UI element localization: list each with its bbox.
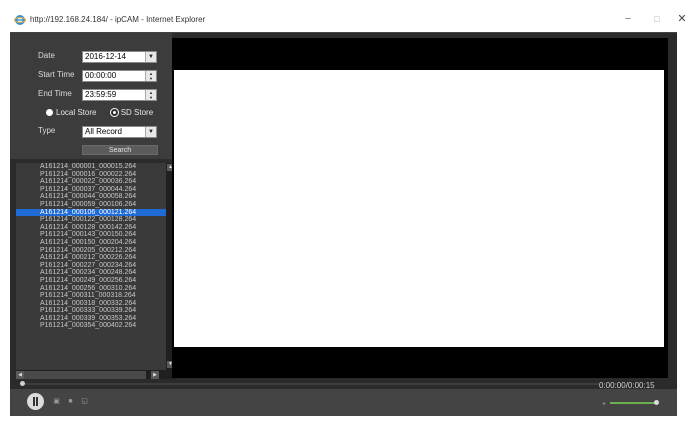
end-time-label: End Time (38, 89, 72, 98)
file-list-item[interactable]: A161214_000256_000310.264 (16, 285, 171, 293)
sd-store-radio[interactable] (110, 109, 118, 116)
minimize-button[interactable]: – (621, 13, 635, 25)
store-radio-group: Local Store SD Store (46, 108, 165, 117)
file-list-item[interactable]: P161214_000354_000402.264 (16, 322, 171, 330)
ipcam-playback-app: Date 2016-12-14 ▼ Start Time 00:00:00 ▲ … (10, 32, 677, 416)
playback-timeline[interactable] (10, 379, 677, 389)
playback-controls: ▣ ■ ◱ ◂ (10, 389, 677, 416)
search-panel: Date 2016-12-14 ▼ Start Time 00:00:00 ▲ … (10, 33, 172, 159)
file-list-item[interactable]: A161214_000212_000226.264 (16, 254, 171, 262)
file-list-item[interactable]: P161214_000249_000256.264 (16, 277, 171, 285)
file-list-item[interactable]: P161214_000311_000318.264 (16, 292, 171, 300)
start-time-down-icon[interactable]: ▼ (145, 76, 156, 81)
close-button[interactable]: ✕ (675, 13, 687, 25)
sd-store-label: SD Store (120, 108, 154, 117)
window-title: http://192.168.24.184/ - ipCAM - Interne… (30, 15, 206, 24)
file-list-item[interactable]: P161214_000122_000128.264 (16, 216, 171, 224)
file-list-item[interactable]: A161214_000234_000248.264 (16, 269, 171, 277)
file-list-item[interactable]: P161214_000016_000022.264 (16, 171, 171, 179)
timeline-track[interactable] (20, 383, 600, 385)
end-time-field[interactable]: 23:59:59 ▲ ▼ (82, 89, 157, 101)
search-button[interactable]: Search (82, 145, 158, 155)
volume-low-icon: ◂ (602, 401, 606, 407)
date-label: Date (38, 51, 55, 60)
pause-icon[interactable] (27, 393, 44, 410)
date-value: 2016-12-14 (85, 52, 126, 61)
file-list-item[interactable]: A161214_000001_000015.264 (16, 163, 171, 171)
internet-explorer-icon (14, 15, 26, 25)
date-dropdown-icon[interactable]: ▼ (145, 52, 156, 62)
file-list-item[interactable]: P161214_000059_000106.264 (16, 201, 171, 209)
local-store-label: Local Store (56, 108, 97, 117)
fullscreen-icon[interactable]: ◱ (80, 398, 89, 406)
file-list-item[interactable]: A161214_000106_000121.264 (16, 208, 171, 217)
end-time-down-icon[interactable]: ▼ (145, 95, 156, 100)
end-time-value: 23:59:59 (85, 90, 117, 99)
camera-icon[interactable]: ▣ (52, 398, 61, 406)
type-select[interactable]: All Record ▼ (82, 126, 157, 138)
file-list-item[interactable]: P161214_000205_000212.264 (16, 247, 171, 255)
file-list-item[interactable]: P161214_000333_000339.264 (16, 307, 171, 315)
local-store-radio[interactable] (46, 109, 53, 116)
scroll-left-icon[interactable]: ◀ (16, 371, 24, 379)
scroll-right-icon[interactable]: ▶ (151, 371, 159, 379)
type-dropdown-icon[interactable]: ▼ (145, 127, 156, 137)
start-time-value: 00:00:00 (85, 71, 117, 80)
video-player[interactable] (172, 38, 668, 378)
video-canvas[interactable] (174, 70, 664, 347)
file-list-item[interactable]: A161214_000128_000142.264 (16, 224, 171, 232)
start-time-label: Start Time (38, 70, 75, 79)
horizontal-scroll-thumb[interactable] (24, 371, 146, 379)
maximize-button[interactable]: □ (650, 13, 664, 25)
volume-slider[interactable] (610, 402, 658, 404)
date-field[interactable]: 2016-12-14 ▼ (82, 51, 157, 63)
start-time-field[interactable]: 00:00:00 ▲ ▼ (82, 70, 157, 82)
file-list-item[interactable]: A161214_000339_000353.264 (16, 315, 171, 323)
file-list-item[interactable]: A161214_000318_000332.264 (16, 300, 171, 308)
type-label: Type (38, 126, 56, 135)
volume-handle[interactable] (653, 400, 659, 405)
window-titlebar: http://192.168.24.184/ - ipCAM - Interne… (0, 0, 687, 30)
type-value: All Record (85, 127, 122, 136)
file-list-item[interactable]: P161214_000037_000044.264 (16, 186, 171, 194)
file-list-item[interactable]: P161214_000227_000234.264 (16, 262, 171, 270)
file-list-item[interactable]: A161214_000044_000058.264 (16, 193, 171, 201)
timeline-handle[interactable] (20, 381, 25, 386)
file-list-item[interactable]: P161214_000143_000150.264 (16, 231, 171, 239)
file-list-item[interactable]: A161214_000022_000036.264 (16, 178, 171, 186)
recording-file-list[interactable]: A161214_000001_000015.264 P161214_000016_… (16, 163, 171, 379)
file-list-item[interactable]: A161214_000150_000204.264 (16, 239, 171, 247)
record-icon[interactable]: ■ (66, 398, 75, 406)
